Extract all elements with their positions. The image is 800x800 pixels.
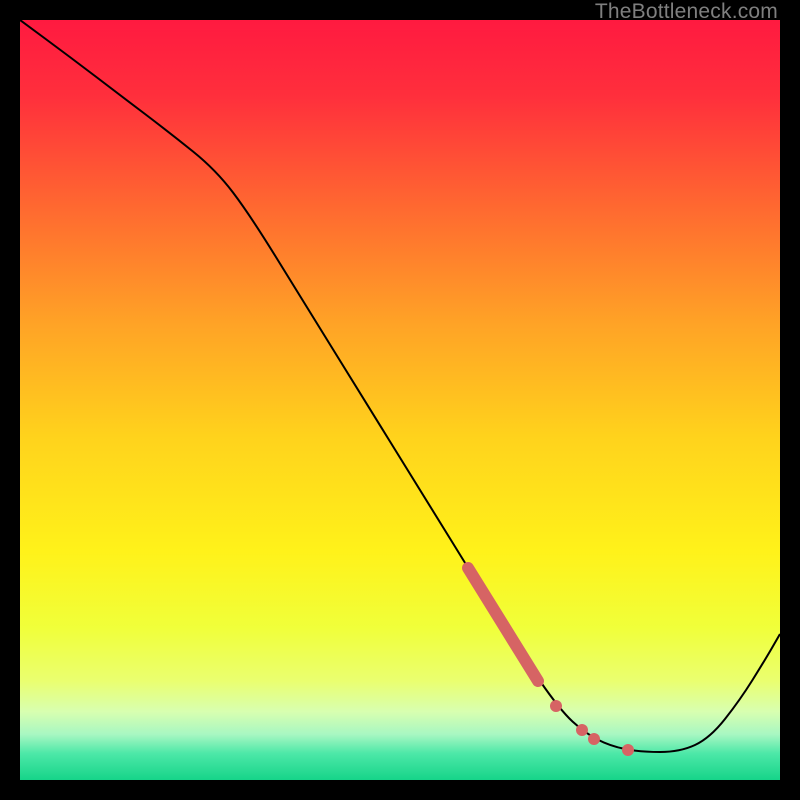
highlight-dot	[622, 744, 634, 756]
highlight-dot	[576, 724, 588, 736]
highlight-dot	[550, 700, 562, 712]
chart-frame: TheBottleneck.com	[0, 0, 800, 800]
gradient-background	[20, 20, 780, 780]
plot-area	[20, 20, 780, 780]
watermark-text: TheBottleneck.com	[595, 0, 778, 24]
highlight-dot	[588, 733, 600, 745]
chart-svg	[20, 20, 780, 780]
